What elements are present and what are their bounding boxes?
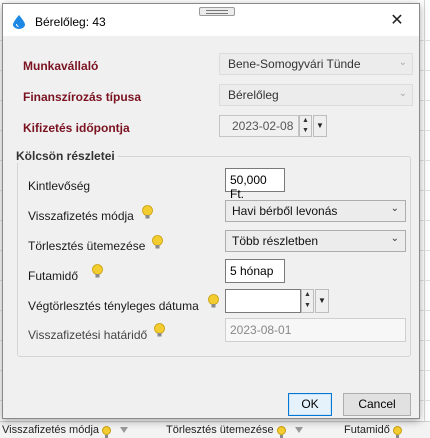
schedule-select[interactable]: Több részletben ⌄	[225, 230, 406, 252]
payout-date-field: 2023-02-08	[219, 115, 299, 137]
spin-down-icon[interactable]: ▼	[302, 301, 313, 312]
bg-column-label: Törlesztés ütemezése	[166, 424, 274, 436]
lightbulb-icon	[154, 323, 165, 337]
water-drop-icon	[13, 15, 25, 29]
funnel-icon[interactable]	[294, 427, 303, 433]
advance-dialog: Bérelőleg: 43 ✕ Munkavállaló Bene-Somogy…	[2, 3, 420, 419]
financing-type-value: Bérelőleg	[228, 88, 279, 102]
dialog-title: Bérelőleg: 43	[35, 15, 106, 29]
payout-date-value: 2023-02-08	[232, 119, 294, 133]
chevron-down-icon: ▼	[316, 121, 324, 130]
ok-button[interactable]: OK	[288, 393, 332, 416]
lightbulb-icon	[392, 425, 402, 438]
bg-column-repayment-method[interactable]: Visszafizetés módja	[2, 424, 129, 438]
chevron-down-icon: ⌄	[390, 203, 399, 214]
financing-type-label: Finanszírozás típusa	[23, 90, 142, 104]
chevron-down-icon: ▼	[318, 296, 326, 305]
final-date-label: Végtörlesztés tényleges dátuma	[28, 299, 199, 313]
term-input[interactable]: 5 hónap	[225, 259, 285, 283]
funnel-icon[interactable]	[120, 427, 129, 433]
deadline-field: 2023-08-01	[225, 318, 406, 342]
bg-column-term[interactable]: Futamidő	[344, 424, 402, 438]
chevron-down-icon: ⌄	[390, 233, 399, 244]
loan-details-title: Kölcsön részletei	[13, 149, 118, 163]
employee-field: Bene-Somogyvári Tünde ⌄	[219, 53, 413, 75]
repayment-method-label: Visszafizetés módja	[28, 209, 134, 223]
background-column-header-row: Visszafizetés módja Törlesztés ütemezése…	[0, 421, 430, 438]
outstanding-input[interactable]: 50,000 Ft.	[225, 168, 285, 201]
title-bar[interactable]: Bérelőleg: 43 ✕	[3, 4, 419, 36]
schedule-value: Több részletben	[232, 234, 319, 248]
lightbulb-icon	[142, 205, 153, 219]
final-date-input[interactable]	[225, 289, 301, 313]
spin-up-icon[interactable]: ▲	[302, 290, 313, 301]
dialog-content: Munkavállaló Bene-Somogyvári Tünde ⌄ Fin…	[3, 36, 419, 420]
payout-date-label: Kifizetés időpontja	[23, 121, 130, 135]
payout-date-dropdown: ▼	[313, 115, 327, 137]
lightbulb-icon	[102, 425, 112, 438]
close-button[interactable]: ✕	[377, 6, 417, 34]
employee-label: Munkavállaló	[23, 59, 99, 73]
bg-column-schedule[interactable]: Törlesztés ütemezése	[166, 424, 303, 438]
final-date-spinner[interactable]: ▲ ▼	[301, 289, 314, 313]
deadline-value: 2023-08-01	[230, 323, 292, 337]
close-icon: ✕	[390, 12, 404, 29]
outstanding-label: Kintlevőség	[28, 179, 91, 193]
financing-type-field: Bérelőleg ⌄	[219, 84, 413, 106]
chevron-down-icon: ⌄	[398, 57, 407, 68]
spin-up-icon: ▲	[302, 117, 309, 124]
final-date-dropdown[interactable]: ▼	[315, 289, 329, 313]
repayment-method-value: Havi bérből levonás	[232, 204, 338, 218]
repayment-method-select[interactable]: Havi bérből levonás ⌄	[225, 200, 406, 222]
lightbulb-icon	[208, 294, 219, 308]
cancel-button[interactable]: Cancel	[343, 393, 411, 416]
lightbulb-icon	[152, 235, 163, 249]
bg-column-label: Futamidő	[344, 424, 390, 436]
deadline-label: Visszafizetési határidő	[28, 328, 148, 342]
spin-down-icon: ▼	[302, 127, 309, 134]
chevron-down-icon: ⌄	[398, 88, 407, 99]
term-label: Futamidő	[28, 269, 79, 283]
bg-column-label: Visszafizetés módja	[2, 424, 100, 436]
drag-grip-icon[interactable]	[199, 7, 235, 16]
lightbulb-icon	[92, 264, 103, 278]
payout-date-spinner: ▲ ▼	[299, 115, 312, 137]
term-value: 5 hónap	[230, 264, 274, 278]
employee-value: Bene-Somogyvári Tünde	[228, 57, 361, 71]
lightbulb-icon	[276, 425, 286, 438]
schedule-label: Törlesztés ütemezése	[28, 239, 146, 253]
